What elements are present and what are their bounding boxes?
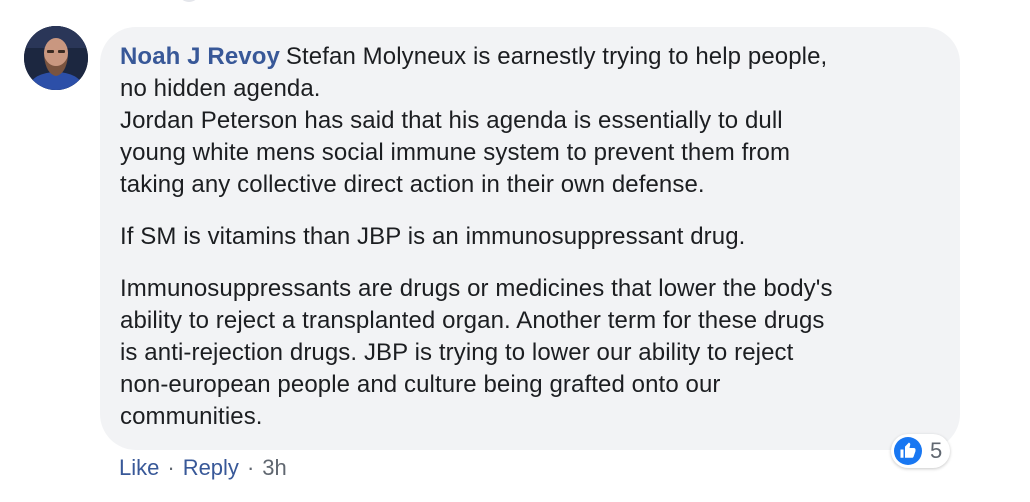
comment-body: Noah J Revoy Stefan Molyneux is earnestly… bbox=[120, 41, 940, 433]
comment-bubble: Noah J Revoy Stefan Molyneux is earnestly… bbox=[100, 27, 960, 450]
comment-line: is anti-rejection drugs. JBP is trying t… bbox=[120, 339, 794, 366]
comment-line: no hidden agenda. bbox=[120, 75, 321, 102]
separator: · bbox=[246, 455, 255, 480]
comment-actions: Like · Reply · 3h bbox=[119, 453, 287, 483]
timestamp[interactable]: 3h bbox=[262, 453, 286, 483]
comment-line: young white mens social immune system to… bbox=[120, 139, 791, 166]
comment-line: ability to reject a transplanted organ. … bbox=[120, 307, 825, 334]
avatar[interactable] bbox=[24, 26, 88, 90]
comment-line: Immunosuppressants are drugs or medicine… bbox=[120, 275, 833, 302]
comment-paragraph: If SM is vitamins than JBP is an immunos… bbox=[120, 223, 746, 250]
comment-line: Jordan Peterson has said that his agenda… bbox=[120, 107, 783, 134]
thumbs-up-icon bbox=[894, 437, 922, 465]
reaction-count: 5 bbox=[930, 438, 943, 463]
separator: · bbox=[167, 455, 175, 480]
comment-line: Stefan Molyneux is earnestly trying to h… bbox=[285, 43, 828, 70]
reaction-summary[interactable]: 5 bbox=[891, 434, 951, 468]
comment-author[interactable]: Noah J Revoy bbox=[120, 43, 280, 70]
like-button[interactable]: Like bbox=[119, 453, 159, 483]
comment-line: non-european people and culture being gr… bbox=[120, 371, 721, 398]
comment-line: communities. bbox=[120, 403, 263, 430]
comment-line: taking any collective direct action in t… bbox=[120, 171, 705, 198]
avatar-image bbox=[24, 26, 88, 90]
reply-button[interactable]: Reply bbox=[183, 453, 239, 483]
previous-reaction-fragment bbox=[178, 0, 200, 2]
